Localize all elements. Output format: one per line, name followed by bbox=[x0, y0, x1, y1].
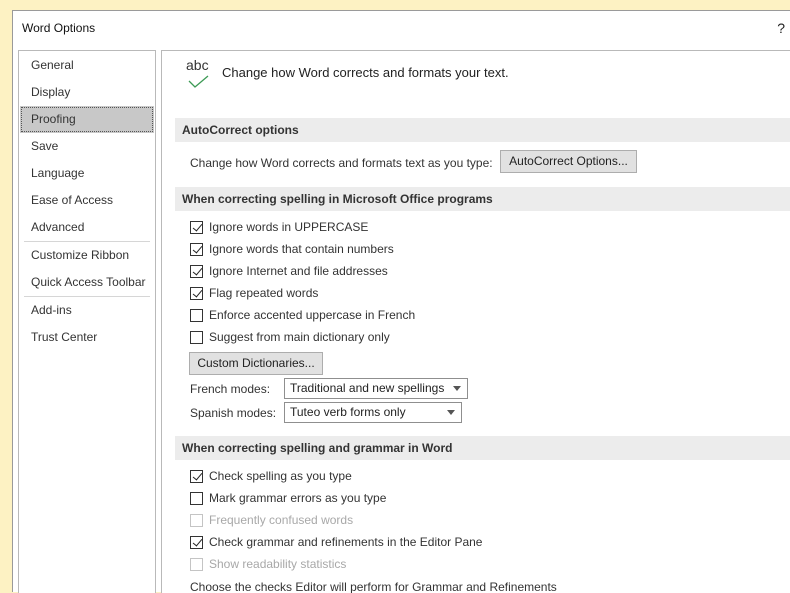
checkbox-flag-repeated-words[interactable] bbox=[190, 286, 203, 300]
french-modes-dropdown[interactable]: Traditional and new spellings bbox=[284, 378, 468, 399]
section-header-autocorrect: AutoCorrect options bbox=[175, 118, 790, 142]
option-label: Check spelling as you type bbox=[209, 469, 352, 483]
option-flag-repeated-words[interactable]: Flag repeated words bbox=[190, 284, 318, 302]
checkbox-ignore-internet-and-file-addresses[interactable] bbox=[190, 264, 203, 278]
option-mark-grammar-errors-as-you-type[interactable]: Mark grammar errors as you type bbox=[190, 489, 386, 507]
abc-check-icon: abc bbox=[186, 57, 216, 91]
custom-dictionaries-button[interactable]: Custom Dictionaries... bbox=[189, 352, 323, 375]
option-ignore-words-in-uppercase[interactable]: Ignore words in UPPERCASE bbox=[190, 218, 368, 236]
word-options-dialog: Word Options ? General Display Proofing Sav… bbox=[12, 10, 790, 593]
autocorrect-description: Change how Word corrects and formats tex… bbox=[190, 156, 493, 170]
option-label: Frequently confused words bbox=[209, 513, 354, 527]
dialog-title: Word Options bbox=[22, 21, 96, 35]
sidebar-item-language[interactable]: Language bbox=[20, 160, 154, 187]
option-enforce-accented-uppercase-in-french[interactable]: Enforce accented uppercase in French bbox=[190, 306, 415, 324]
title-bar[interactable]: Word Options ? bbox=[13, 11, 790, 47]
abc-icon-text: abc bbox=[186, 57, 209, 73]
proofing-intro: abc Change how Word corrects and formats… bbox=[162, 51, 790, 103]
section-header-office-spelling: When correcting spelling in Microsoft Of… bbox=[175, 187, 790, 211]
autocorrect-options-button[interactable]: AutoCorrect Options... bbox=[500, 150, 637, 173]
sidebar-item-trust-center[interactable]: Trust Center bbox=[20, 324, 154, 351]
checkbox-frequently-confused-words bbox=[190, 513, 203, 527]
option-frequently-confused-words: Frequently confused words bbox=[190, 511, 353, 529]
green-check-icon bbox=[188, 75, 209, 88]
sidebar-item-advanced[interactable]: Advanced bbox=[20, 214, 154, 241]
checks-description: Choose the checks Editor will perform fo… bbox=[190, 580, 557, 593]
checkbox-ignore-words-that-contain-numbers[interactable] bbox=[190, 242, 203, 256]
sidebar-item-display[interactable]: Display bbox=[20, 79, 154, 106]
spanish-modes-label: Spanish modes: bbox=[190, 406, 277, 420]
sidebar-item-quick-access-toolbar[interactable]: Quick Access Toolbar bbox=[20, 269, 154, 296]
french-modes-value: Traditional and new spellings bbox=[290, 381, 445, 395]
option-ignore-internet-and-file-addresses[interactable]: Ignore Internet and file addresses bbox=[190, 262, 388, 280]
intro-text: Change how Word corrects and formats you… bbox=[222, 65, 509, 80]
option-label: Ignore words in UPPERCASE bbox=[209, 220, 369, 234]
spanish-modes-dropdown[interactable]: Tuteo verb forms only bbox=[284, 402, 462, 423]
checkbox-check-grammar-and-refinements-in-the-editor-pane[interactable] bbox=[190, 535, 203, 549]
sidebar-item-save[interactable]: Save bbox=[20, 133, 154, 160]
checkbox-check-spelling-as-you-type[interactable] bbox=[190, 469, 203, 483]
option-label: Mark grammar errors as you type bbox=[209, 491, 387, 505]
option-label: Flag repeated words bbox=[209, 286, 319, 300]
option-label: Ignore Internet and file addresses bbox=[209, 264, 388, 278]
section-header-word-spelling: When correcting spelling and grammar in … bbox=[175, 436, 790, 460]
checkbox-enforce-accented-uppercase-in-french[interactable] bbox=[190, 308, 203, 322]
proofing-panel: abc Change how Word corrects and formats… bbox=[161, 50, 790, 593]
option-label: Suggest from main dictionary only bbox=[209, 330, 390, 344]
option-suggest-from-main-dictionary-only[interactable]: Suggest from main dictionary only bbox=[190, 328, 390, 346]
option-label: Show readability statistics bbox=[209, 557, 347, 571]
checkbox-suggest-from-main-dictionary-only[interactable] bbox=[190, 330, 203, 344]
checkbox-show-readability-statistics bbox=[190, 557, 203, 571]
sidebar-item-proofing[interactable]: Proofing bbox=[20, 106, 154, 133]
chevron-down-icon bbox=[447, 410, 455, 415]
option-label: Ignore words that contain numbers bbox=[209, 242, 394, 256]
option-label: Enforce accented uppercase in French bbox=[209, 308, 416, 322]
french-modes-label: French modes: bbox=[190, 382, 271, 396]
checkbox-ignore-words-in-uppercase[interactable] bbox=[190, 220, 203, 234]
option-show-readability-statistics: Show readability statistics bbox=[190, 555, 346, 573]
checkbox-mark-grammar-errors-as-you-type[interactable] bbox=[190, 491, 203, 505]
options-sidebar: General Display Proofing Save Language Ease o… bbox=[18, 50, 156, 593]
option-check-spelling-as-you-type[interactable]: Check spelling as you type bbox=[190, 467, 352, 485]
option-ignore-words-that-contain-numbers[interactable]: Ignore words that contain numbers bbox=[190, 240, 394, 258]
sidebar-item-add-ins[interactable]: Add-ins bbox=[20, 297, 154, 324]
sidebar-item-customize-ribbon[interactable]: Customize Ribbon bbox=[20, 242, 154, 269]
chevron-down-icon bbox=[453, 386, 461, 391]
option-label: Check grammar and refinements in the Edi… bbox=[209, 535, 483, 549]
sidebar-item-ease-of-access[interactable]: Ease of Access bbox=[20, 187, 154, 214]
help-button[interactable]: ? bbox=[777, 20, 785, 36]
option-check-grammar-and-refinements-in-the-editor-pane[interactable]: Check grammar and refinements in the Edi… bbox=[190, 533, 482, 551]
spanish-modes-value: Tuteo verb forms only bbox=[290, 405, 406, 419]
sidebar-item-general[interactable]: General bbox=[20, 52, 154, 79]
